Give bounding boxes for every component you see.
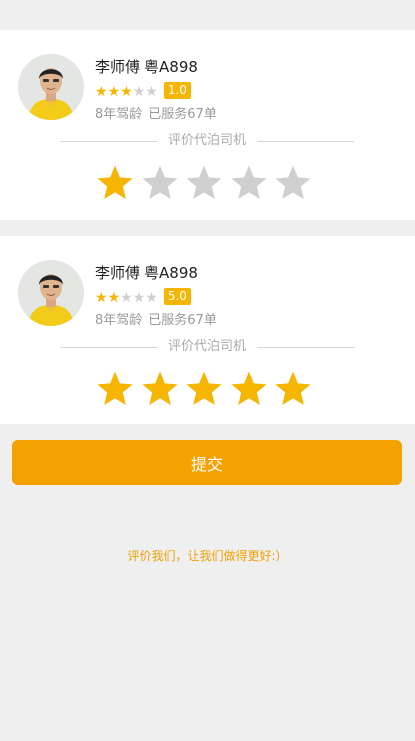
driver-rating: ★★★★★ 1.0 — [95, 81, 191, 99]
driver-avatar — [18, 260, 84, 326]
driving-experience: 8年驾龄 — [95, 313, 143, 328]
license-plate: 粤A898 — [144, 264, 198, 282]
rating-input — [95, 163, 325, 203]
star-icon: ★ — [120, 83, 133, 100]
driver-info: 李师傅 粤A898 — [95, 262, 198, 283]
star-icon[interactable] — [229, 369, 269, 409]
star-icon[interactable] — [95, 163, 135, 203]
footer-message: 评价我们，让我们做得更好:） — [127, 549, 288, 563]
star-icon: ★ — [95, 289, 108, 306]
submit-button[interactable]: 提交 — [12, 440, 402, 485]
star-icon[interactable] — [273, 369, 313, 409]
driver-meta: 8年驾龄 已服务67单 — [95, 309, 217, 328]
star-icon[interactable] — [229, 163, 269, 203]
driver-star-rating: ★★★★★ — [95, 81, 158, 100]
star-icon: ★ — [145, 289, 158, 306]
star-icon[interactable] — [184, 369, 224, 409]
license-plate: 粤A898 — [144, 58, 198, 76]
star-icon: ★ — [120, 289, 133, 306]
score-badge: 1.0 — [163, 81, 191, 99]
driver-name: 李师傅 — [95, 264, 141, 282]
star-icon[interactable] — [95, 369, 135, 409]
star-icon[interactable] — [140, 163, 180, 203]
section-divider: 评价代泊司机 — [60, 340, 354, 354]
star-icon: ★ — [145, 83, 158, 100]
star-icon[interactable] — [184, 163, 224, 203]
driving-experience: 8年驾龄 — [95, 107, 143, 122]
driver-rating: ★★★★★ 5.0 — [95, 287, 191, 305]
star-icon: ★ — [95, 83, 108, 100]
orders-served: 已服务67单 — [148, 107, 217, 122]
star-icon: ★ — [107, 83, 121, 100]
driver-info: 李师傅 粤A898 — [95, 56, 198, 77]
driver-meta: 8年驾龄 已服务67单 — [95, 103, 217, 122]
driver-name: 李师傅 — [95, 58, 141, 76]
score-badge: 5.0 — [163, 287, 191, 305]
star-icon: ★ — [132, 289, 146, 306]
star-icon[interactable] — [140, 369, 180, 409]
section-divider: 评价代泊司机 — [60, 134, 354, 148]
star-icon[interactable] — [273, 163, 313, 203]
driver-card: 李师傅 粤A898 ★★★★★ 1.0 8年驾龄 已服务67单 评价代泊司机 — [0, 30, 415, 220]
orders-served: 已服务67单 — [148, 313, 217, 328]
driver-card: 李师傅 粤A898 ★★★★★ 5.0 8年驾龄 已服务67单 评价代泊司机 — [0, 236, 415, 424]
driver-star-rating: ★★★★★ — [95, 287, 158, 306]
rating-input — [95, 369, 325, 409]
star-icon: ★ — [107, 289, 121, 306]
driver-avatar — [18, 54, 84, 120]
star-icon: ★ — [132, 83, 146, 100]
